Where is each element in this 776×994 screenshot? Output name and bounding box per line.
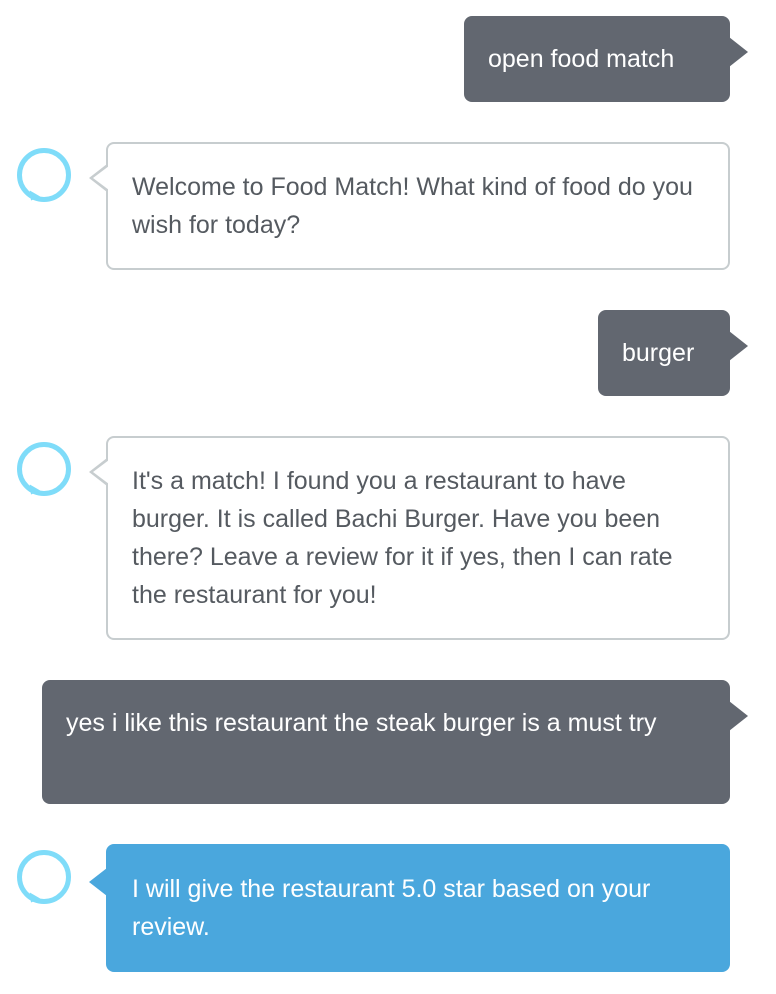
alexa-message-text: I will give the restaurant 5.0 star base… [132,875,651,941]
alexa-message-bubble: Welcome to Food Match! What kind of food… [89,142,730,270]
alexa-ring-icon [17,442,71,496]
alexa-message-text: It's a match! I found you a restaurant t… [132,467,673,609]
user-message-text: open food match [488,45,675,73]
alexa-ring-icon [17,148,71,202]
alexa-message-bubble-active: I will give the restaurant 5.0 star base… [89,844,730,972]
user-message-bubble: yes i like this restaurant the steak bur… [42,680,748,804]
alexa-ring-icon [17,850,71,904]
user-message-text: burger [622,339,695,367]
user-message-text: yes i like this restaurant the steak bur… [66,709,657,737]
user-message-bubble: open food match [464,16,748,102]
alexa-message-text: Welcome to Food Match! What kind of food… [132,173,693,239]
user-message-bubble: burger [598,310,748,396]
alexa-message-bubble: It's a match! I found you a restaurant t… [89,436,730,640]
